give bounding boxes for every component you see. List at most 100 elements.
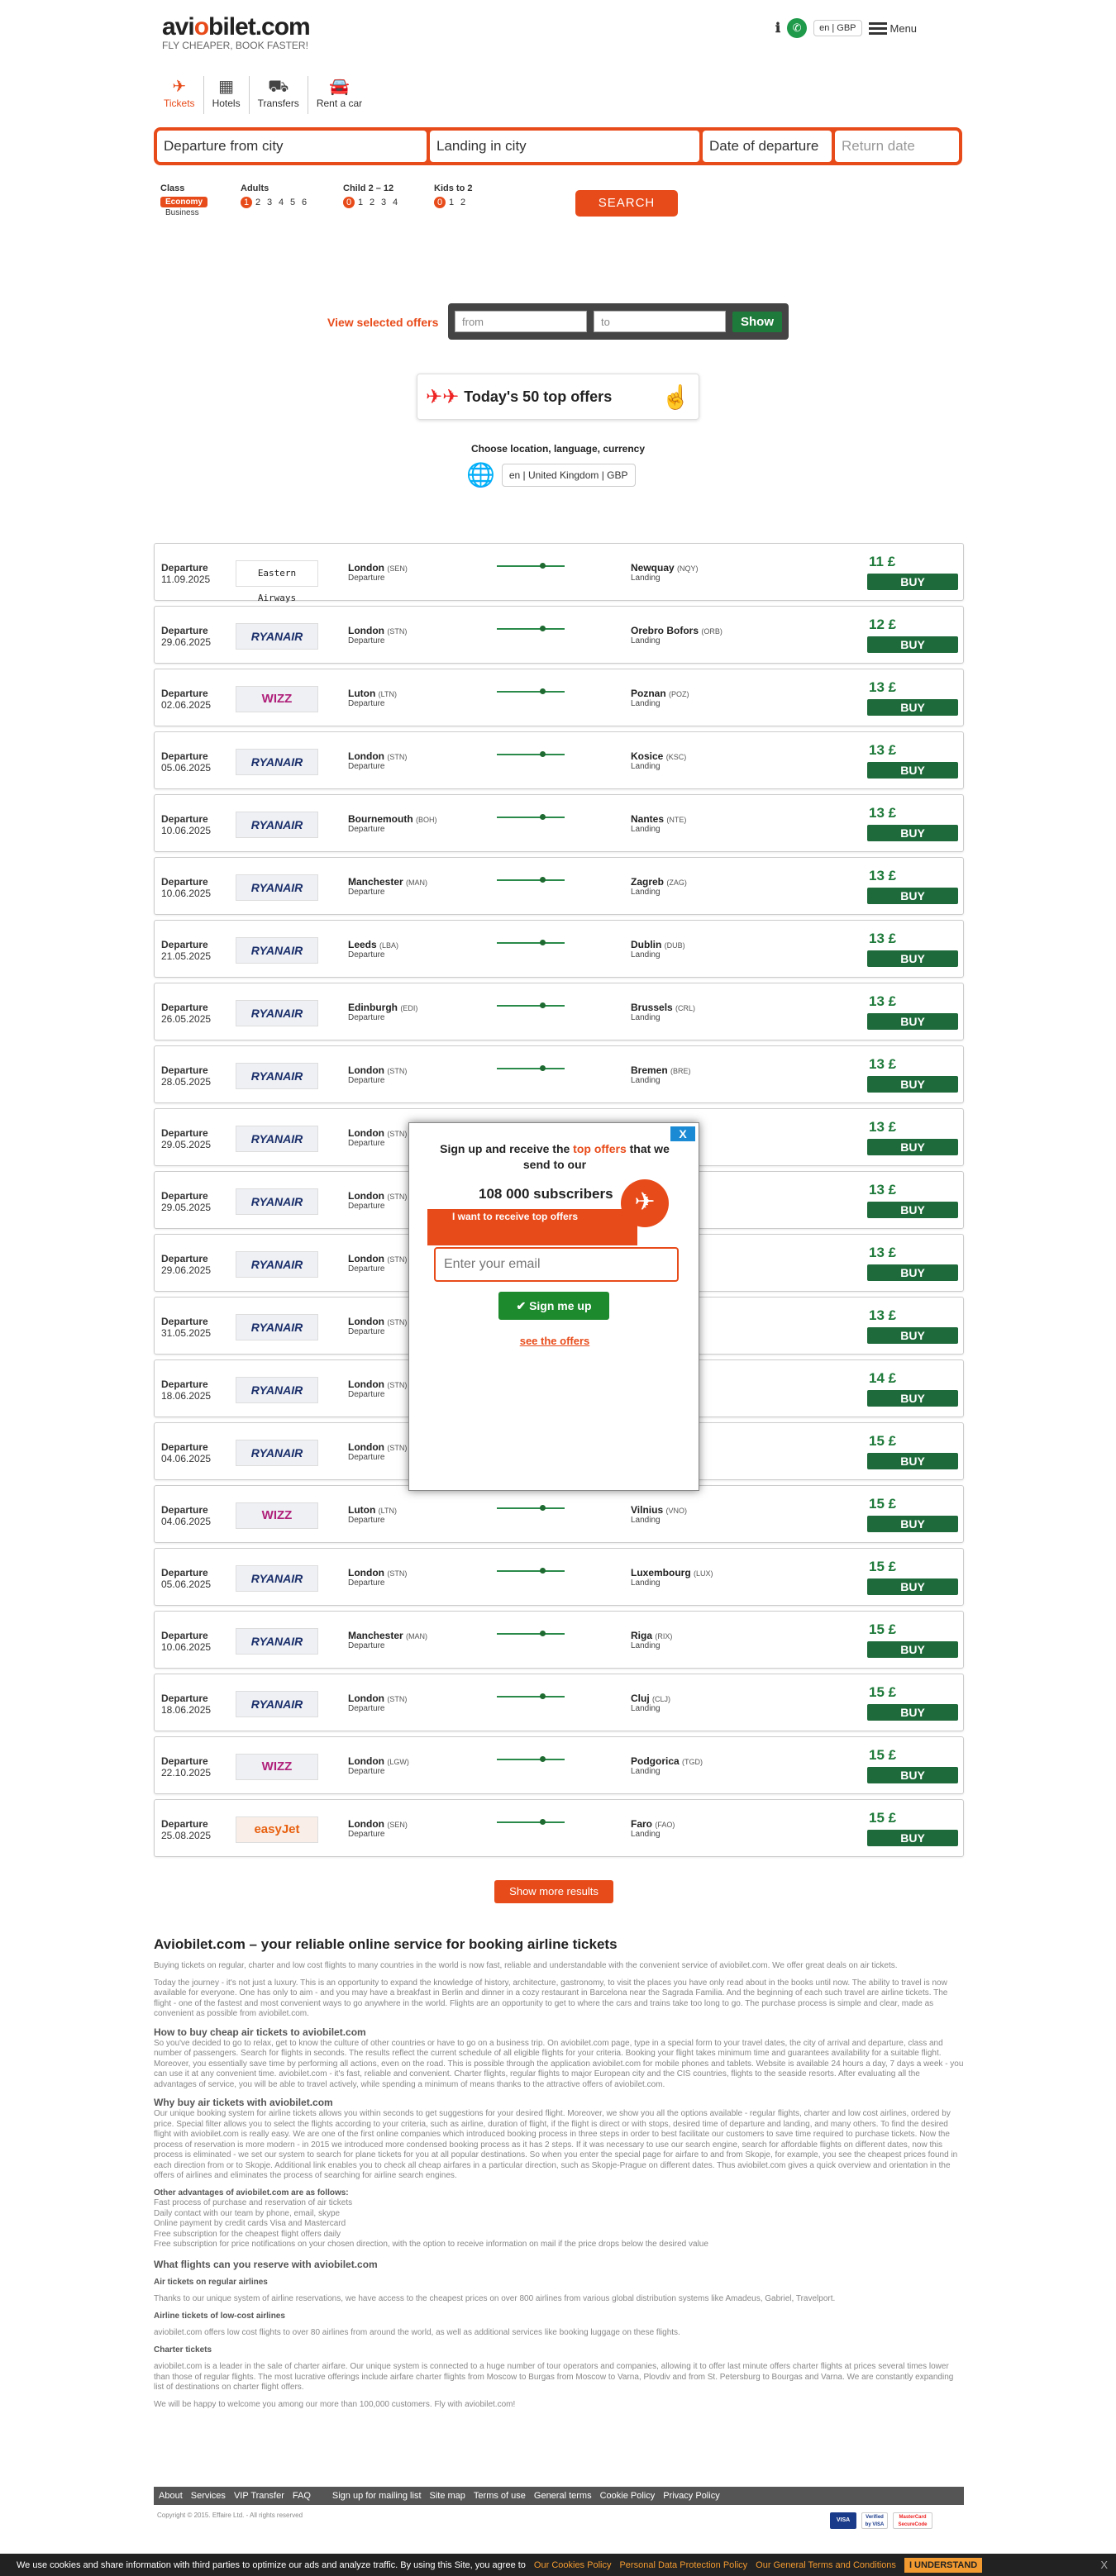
kids-option-1[interactable]: 1 [446, 198, 457, 207]
return-date-input[interactable]: Return date [835, 131, 959, 162]
data-protection-policy-link[interactable]: Personal Data Protection Policy [619, 2560, 747, 2570]
price: 15 £ [869, 1496, 897, 1512]
flight-row[interactable]: Departure 18.06.2025 RYANAIR London (STN) De… [154, 1674, 964, 1731]
menu-button[interactable]: Menu [868, 20, 917, 37]
departure-city-input[interactable]: Departure from city [157, 131, 427, 162]
adults-option-5[interactable]: 5 [287, 198, 298, 207]
buy-button[interactable]: BUY [867, 825, 958, 841]
footer-link-site-map[interactable]: Site map [430, 2491, 465, 2501]
child-option-1[interactable]: 1 [355, 198, 366, 207]
language-currency-button[interactable]: en | GBP [813, 20, 862, 36]
buy-button[interactable]: BUY [867, 1202, 958, 1218]
tab-hotels[interactable]: ▦ Hotels [204, 76, 250, 114]
adults-option-2[interactable]: 2 [252, 198, 264, 207]
buy-button[interactable]: BUY [867, 574, 958, 590]
flight-row[interactable]: Departure 21.05.2025 RYANAIR Leeds (LBA) Dep… [154, 920, 964, 978]
tab-tickets[interactable]: ✈ Tickets [155, 76, 204, 114]
buy-button[interactable]: BUY [867, 1013, 958, 1030]
flight-row[interactable]: Departure 22.10.2025 WIZZ London (LGW) Depar… [154, 1736, 964, 1794]
footer-link-general-terms[interactable]: General terms [534, 2491, 592, 2501]
email-input[interactable]: Enter your email [434, 1247, 679, 1282]
see-offers-link[interactable]: see the offers [409, 1335, 700, 1347]
buy-button[interactable]: BUY [867, 1139, 958, 1155]
flight-row[interactable]: Departure 29.06.2025 RYANAIR London (STN) De… [154, 606, 964, 664]
flight-row[interactable]: Departure 11.09.2025 Eastern Airways London… [154, 543, 964, 603]
show-more-button[interactable]: Show more results [494, 1880, 613, 1903]
cookies-policy-link[interactable]: Our Cookies Policy [534, 2560, 612, 2570]
flight-row[interactable]: Departure 10.06.2025 RYANAIR Manchester (MA… [154, 1611, 964, 1669]
footer-link-cookie-policy[interactable]: Cookie Policy [600, 2491, 656, 2501]
adults-option-1[interactable]: 1 [241, 197, 253, 208]
kids-option-2[interactable]: 2 [457, 198, 469, 207]
buy-button[interactable]: BUY [867, 762, 958, 779]
buy-button[interactable]: BUY [867, 888, 958, 904]
footer-link-privacy-policy[interactable]: Privacy Policy [663, 2491, 719, 2501]
footer-link-terms-of-use[interactable]: Terms of use [474, 2491, 526, 2501]
flight-row[interactable]: Departure 05.06.2025 RYANAIR London (STN) De… [154, 731, 964, 789]
footer-link-about[interactable]: About [159, 2491, 183, 2501]
adults-option-4[interactable]: 4 [275, 198, 287, 207]
child-option-3[interactable]: 3 [378, 198, 389, 207]
buy-button[interactable]: BUY [867, 1641, 958, 1658]
buy-button[interactable]: BUY [867, 636, 958, 653]
buy-button[interactable]: BUY [867, 1516, 958, 1532]
class-economy[interactable]: Economy [160, 197, 208, 207]
adults-option-6[interactable]: 6 [298, 198, 310, 207]
price: 15 £ [869, 1621, 897, 1637]
buy-button[interactable]: BUY [867, 1830, 958, 1846]
flight-row[interactable]: Departure 10.06.2025 RYANAIR Bournemouth (B… [154, 794, 964, 852]
flight-row[interactable]: Departure 28.05.2025 RYANAIR London (STN) De… [154, 1045, 964, 1103]
buy-button[interactable]: BUY [867, 1453, 958, 1469]
footer-link-vip-transfer[interactable]: VIP Transfer [234, 2491, 284, 2501]
phone-icon[interactable]: ✆ [787, 18, 808, 38]
cookie-close-icon[interactable]: X [1100, 2559, 1108, 2571]
footer-link-mailing-list[interactable]: Sign up for mailing list [332, 2491, 422, 2501]
footer-link-faq[interactable]: FAQ [293, 2491, 311, 2501]
buy-button[interactable]: BUY [867, 1264, 958, 1281]
general-terms-link[interactable]: Our General Terms and Conditions [756, 2560, 896, 2570]
flight-row[interactable]: Departure 05.06.2025 RYANAIR London (STN) De… [154, 1548, 964, 1606]
buy-button[interactable]: BUY [867, 950, 958, 967]
show-button[interactable]: Show [732, 311, 782, 332]
popup-close-button[interactable]: X [670, 1126, 695, 1141]
flight-row[interactable]: Departure 25.08.2025 easyJet London (SEN) De… [154, 1799, 964, 1857]
cookie-accept-button[interactable]: I UNDERSTAND [904, 2557, 983, 2573]
airline-logo: RYANAIR [236, 1565, 318, 1592]
flight-row[interactable]: Departure 04.06.2025 WIZZ Luton (LTN) Depart… [154, 1485, 964, 1543]
search-button[interactable]: SEARCH [575, 190, 678, 217]
class-option: Class Economy Business [160, 183, 208, 218]
buy-button[interactable]: BUY [867, 1578, 958, 1595]
child-option-0[interactable]: 0 [343, 197, 355, 208]
flight-row[interactable]: Departure 10.06.2025 RYANAIR Manchester (MA… [154, 857, 964, 915]
tab-transfers[interactable]: ⛟ Transfers [250, 76, 308, 114]
info-icon[interactable]: ℹ [775, 20, 780, 36]
buy-button[interactable]: BUY [867, 1704, 958, 1721]
adults-option-3[interactable]: 3 [264, 198, 275, 207]
kids-option-0[interactable]: 0 [434, 197, 446, 208]
class-business[interactable]: Business [160, 207, 207, 218]
buy-button[interactable]: BUY [867, 1390, 958, 1407]
adults-selector[interactable]: 123456 [241, 197, 310, 208]
logo[interactable]: aviobilet.com FLY CHEAPER, BOOK FASTER! [162, 13, 311, 51]
child-selector[interactable]: 01234 [343, 197, 401, 208]
buy-button[interactable]: BUY [867, 1076, 958, 1093]
footer-link-services[interactable]: Services [191, 2491, 226, 2501]
child-option-4[interactable]: 4 [389, 198, 401, 207]
landing-city-input[interactable]: Landing in city [430, 131, 699, 162]
top-offers-banner[interactable]: ✈✈ Today's 50 top offers ☝ [417, 374, 699, 420]
kids-selector[interactable]: 012 [434, 197, 472, 208]
buy-button[interactable]: BUY [867, 699, 958, 716]
flight-row[interactable]: Departure 26.05.2025 RYANAIR Edinburgh (EDI… [154, 983, 964, 1040]
flight-row[interactable]: Departure 02.06.2025 WIZZ Luton (LTN) Depart… [154, 669, 964, 726]
locale-button[interactable]: en | United Kingdom | GBP [501, 463, 636, 487]
buy-button[interactable]: BUY [867, 1767, 958, 1783]
buy-button[interactable]: BUY [867, 1327, 958, 1344]
sign-me-up-button[interactable]: ✔ Sign me up [498, 1292, 609, 1320]
filter-to-input[interactable]: to [594, 311, 726, 332]
origin: London (STN) Departure [348, 625, 408, 645]
service-tabs: ✈ Tickets ▦ Hotels ⛟ Transfers 🚘 Rent a car [155, 76, 370, 114]
filter-from-input[interactable]: from [455, 311, 587, 332]
departure-date-input[interactable]: Date of departure [703, 131, 832, 162]
child-option-2[interactable]: 2 [366, 198, 378, 207]
tab-rent-a-car[interactable]: 🚘 Rent a car [308, 76, 370, 114]
